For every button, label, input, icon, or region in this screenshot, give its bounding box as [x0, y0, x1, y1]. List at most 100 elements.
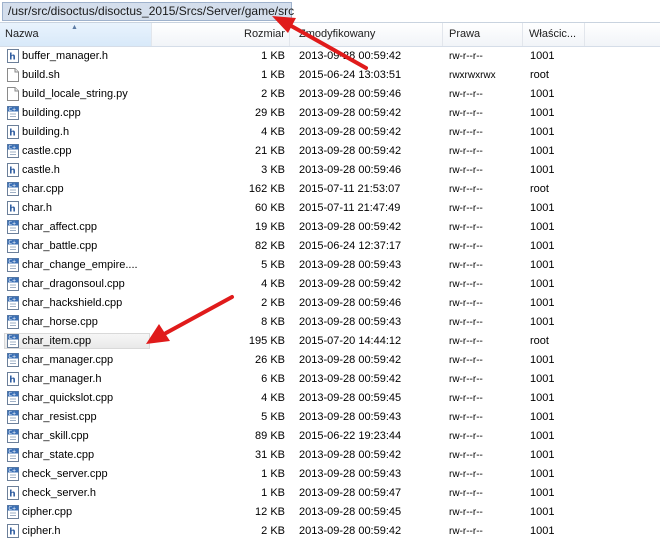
file-modified: 2013-09-28 00:59:43 — [299, 259, 402, 271]
file-permissions: rw-r--r-- — [449, 374, 483, 385]
file-list: h buffer_manager.h 1 KB 2013-09-28 00:59:42… — [0, 47, 660, 541]
file-row[interactable]: C+ char_manager.cpp 26 KB 2013-09-28 00:59:… — [0, 351, 660, 370]
file-row[interactable]: C+ building.cpp 29 KB 2013-09-28 00:59:42 rw… — [0, 104, 660, 123]
file-row[interactable]: C+ char_quickslot.cpp 4 KB 2013-09-28 00:59… — [0, 389, 660, 408]
file-modified: 2013-09-28 00:59:42 — [299, 373, 402, 385]
file-owner: 1001 — [530, 164, 555, 176]
file-owner: 1001 — [530, 145, 555, 157]
file-row[interactable]: h castle.h 3 KB 2013-09-28 00:59:46 rw-r--r-… — [0, 161, 660, 180]
file-row[interactable]: h char_manager.h 6 KB 2013-09-28 00:59:42 rw… — [0, 370, 660, 389]
file-name: char_skill.cpp — [22, 430, 89, 442]
file-row[interactable]: C+ char_state.cpp 31 KB 2013-09-28 00:59:42… — [0, 446, 660, 465]
file-size: 1 KB — [261, 50, 285, 62]
file-size: 2 KB — [261, 88, 285, 100]
file-name: char_manager.cpp — [22, 354, 114, 366]
file-permissions: rw-r--r-- — [449, 488, 483, 499]
file-row[interactable]: C+ char_dragonsoul.cpp 4 KB 2013-09-28 00:5… — [0, 275, 660, 294]
file-name: build.sh — [22, 69, 60, 81]
file-row[interactable]: C+ char.cpp 162 KB 2015-07-11 21:53:07 rw-r-… — [0, 180, 660, 199]
file-owner: 1001 — [530, 468, 555, 480]
file-row[interactable]: h buffer_manager.h 1 KB 2013-09-28 00:59:42… — [0, 47, 660, 66]
file-row[interactable]: C+ cipher.cpp 12 KB 2013-09-28 00:59:45 rw-r… — [0, 503, 660, 522]
file-modified: 2015-06-24 12:37:17 — [299, 240, 402, 252]
file-owner: 1001 — [530, 316, 555, 328]
file-size: 4 KB — [261, 278, 285, 290]
svg-text:C+: C+ — [9, 145, 17, 151]
file-size: 5 KB — [261, 411, 285, 423]
h-file-icon: h — [7, 486, 20, 500]
file-permissions: rw-r--r-- — [449, 336, 483, 347]
file-owner: 1001 — [530, 50, 555, 62]
file-permissions: rw-r--r-- — [449, 431, 483, 442]
file-permissions: rw-r--r-- — [449, 298, 483, 309]
svg-text:C+: C+ — [9, 430, 17, 436]
column-size[interactable]: Rozmiar — [152, 23, 290, 46]
file-permissions: rw-r--r-- — [449, 412, 483, 423]
cpp-file-icon: C+ — [7, 106, 20, 120]
file-row[interactable]: build.sh 1 KB 2015-06-24 13:03:51 rwxrwxrwx… — [0, 66, 660, 85]
file-name: castle.cpp — [22, 145, 72, 157]
file-size: 29 KB — [255, 107, 285, 119]
cpp-file-icon: C+ — [7, 410, 20, 424]
file-name: cipher.cpp — [22, 506, 73, 518]
file-modified: 2015-07-20 14:44:12 — [299, 335, 402, 347]
file-row[interactable]: C+ char_hackshield.cpp 2 KB 2013-09-28 00:5… — [0, 294, 660, 313]
file-row[interactable]: h char.h 60 KB 2015-07-11 21:47:49 rw-r--r--… — [0, 199, 660, 218]
column-perms[interactable]: Prawa — [443, 23, 523, 46]
svg-text:C+: C+ — [9, 392, 17, 398]
file-row[interactable]: C+ check_server.cpp 1 KB 2013-09-28 00:59:4… — [0, 465, 660, 484]
file-name: check_server.cpp — [22, 468, 108, 480]
file-row[interactable]: C+ char_battle.cpp 82 KB 2015-06-24 12:37:1… — [0, 237, 660, 256]
file-name: char.h — [22, 202, 52, 214]
file-row[interactable]: C+ char_resist.cpp 5 KB 2013-09-28 00:59:43… — [0, 408, 660, 427]
file-row[interactable]: C+ char_item.cpp 195 KB 2015-07-20 14:44:12… — [0, 332, 660, 351]
cpp-file-icon: C+ — [7, 296, 20, 310]
file-name: char_horse.cpp — [22, 316, 98, 328]
file-permissions: rw-r--r-- — [449, 469, 483, 480]
column-modified[interactable]: Zmodyfikowany — [290, 23, 443, 46]
cpp-file-icon: C+ — [7, 239, 20, 253]
file-owner: 1001 — [530, 525, 555, 537]
file-row[interactable]: h cipher.h 2 KB 2013-09-28 00:59:42 rw-r--r-… — [0, 522, 660, 541]
file-row[interactable]: C+ char_horse.cpp 8 KB 2013-09-28 00:59:43 r… — [0, 313, 660, 332]
file-owner: 1001 — [530, 506, 555, 518]
file-owner: 1001 — [530, 373, 555, 385]
file-permissions: rw-r--r-- — [449, 450, 483, 461]
svg-text:C+: C+ — [9, 240, 17, 246]
column-owner-label: Właścic... — [529, 28, 577, 40]
column-perms-label: Prawa — [449, 28, 481, 40]
file-size: 3 KB — [261, 164, 285, 176]
file-size: 4 KB — [261, 392, 285, 404]
cpp-file-icon: C+ — [7, 258, 20, 272]
column-name[interactable]: Nazwa ▲ — [0, 23, 152, 46]
svg-text:C+: C+ — [9, 411, 17, 417]
file-name: char_manager.h — [22, 373, 102, 385]
file-size: 1 KB — [261, 487, 285, 499]
file-size: 1 KB — [261, 468, 285, 480]
h-file-icon: h — [7, 125, 20, 139]
file-row[interactable]: h check_server.h 1 KB 2013-09-28 00:59:47 rw… — [0, 484, 660, 503]
file-permissions: rw-r--r-- — [449, 507, 483, 518]
path-field[interactable]: /usr/src/disoctus/disoctus_2015/Srcs/Ser… — [2, 2, 294, 21]
file-size: 60 KB — [255, 202, 285, 214]
cpp-file-icon: C+ — [7, 277, 20, 291]
file-permissions: rw-r--r-- — [449, 222, 483, 233]
file-row[interactable]: C+ char_affect.cpp 19 KB 2013-09-28 00:59:4… — [0, 218, 660, 237]
file-size: 4 KB — [261, 126, 285, 138]
file-row[interactable]: C+ char_change_empire.... 5 KB 2013-09-28 0… — [0, 256, 660, 275]
h-file-icon: h — [7, 524, 20, 538]
svg-text:C+: C+ — [9, 278, 17, 284]
file-row[interactable]: build_locale_string.py 2 KB 2013-09-28 00:… — [0, 85, 660, 104]
file-owner: 1001 — [530, 297, 555, 309]
file-permissions: rw-r--r-- — [449, 146, 483, 157]
svg-text:h: h — [9, 53, 15, 63]
file-name: check_server.h — [22, 487, 96, 499]
file-row[interactable]: C+ castle.cpp 21 KB 2013-09-28 00:59:42 rw-r… — [0, 142, 660, 161]
column-size-label: Rozmiar — [244, 28, 285, 40]
file-name: char.cpp — [22, 183, 64, 195]
file-owner: root — [530, 335, 549, 347]
file-row[interactable]: h building.h 4 KB 2013-09-28 00:59:42 rw-r--… — [0, 123, 660, 142]
file-owner: 1001 — [530, 240, 555, 252]
file-row[interactable]: C+ char_skill.cpp 89 KB 2015-06-22 19:23:44… — [0, 427, 660, 446]
column-owner[interactable]: Właścic... — [523, 23, 585, 46]
